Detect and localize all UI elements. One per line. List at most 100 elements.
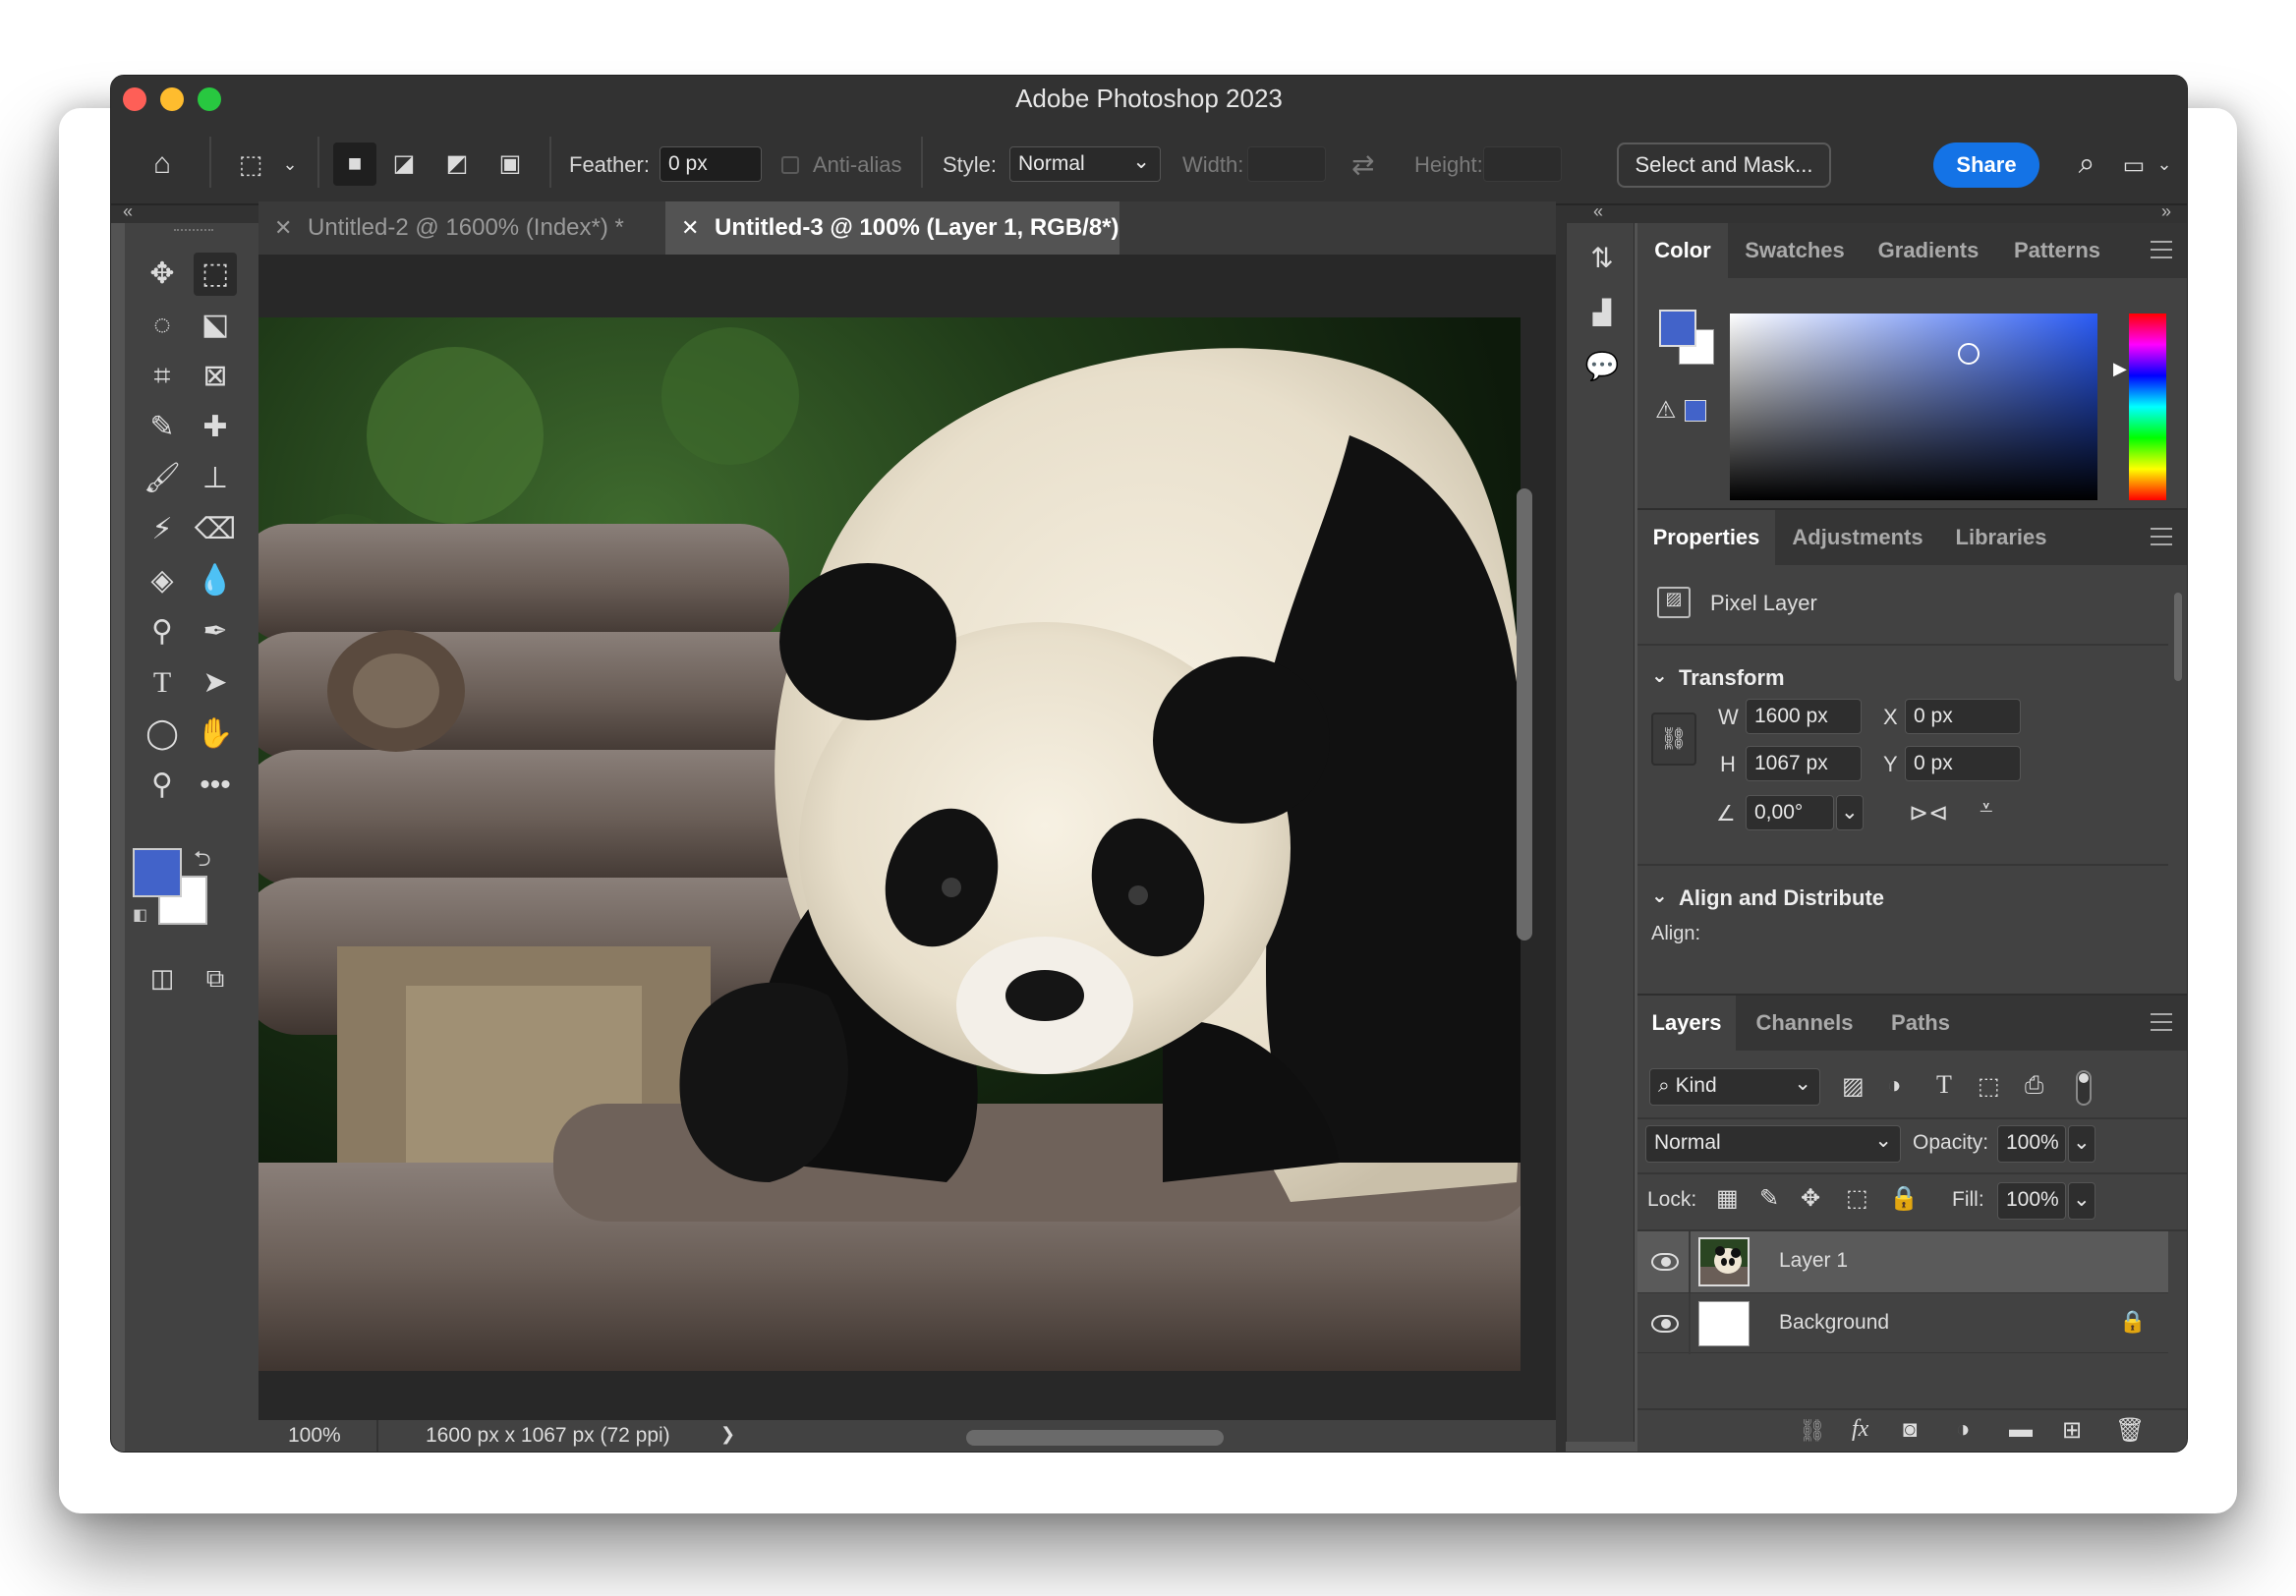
new-selection-icon[interactable]: ■ — [333, 142, 376, 186]
default-colors-icon[interactable]: ◧ — [133, 905, 147, 925]
new-layer-icon[interactable]: ⊞ — [2062, 1416, 2082, 1445]
hue-slider-handle[interactable]: ▶ — [2113, 359, 2127, 379]
link-layers-icon[interactable]: ⛓ — [1799, 1418, 1826, 1444]
swap-colors-icon[interactable]: ⮌ — [194, 842, 211, 880]
filter-type-icon[interactable]: T — [1936, 1070, 1952, 1100]
ellipse-icon[interactable]: ◯ — [141, 712, 184, 756]
collapse-dock-icon[interactable]: « — [1593, 201, 1603, 222]
lasso-icon[interactable]: ◌ — [141, 304, 184, 347]
transform-section-title[interactable]: Transform — [1679, 665, 1785, 691]
antialias-checkbox[interactable] — [781, 156, 799, 174]
layer-thumbnail[interactable] — [1698, 1237, 1750, 1286]
tab-adjustments[interactable]: Adjustments — [1775, 510, 1940, 565]
comments-icon[interactable]: 💬 — [1580, 345, 1624, 388]
eraser-icon[interactable]: ⌫ — [194, 508, 237, 551]
filter-smart-icon[interactable]: ⎙ — [2025, 1072, 2043, 1100]
align-section-title[interactable]: Align and Distribute — [1679, 885, 1884, 911]
plugins-icon[interactable]: ▟ — [1580, 292, 1624, 335]
tab-libraries[interactable]: Libraries — [1940, 510, 2062, 565]
add-mask-icon[interactable]: ◙ — [1903, 1416, 1918, 1444]
close-icon[interactable]: ✕ — [681, 201, 699, 255]
link-dimensions-icon[interactable]: ⛓ — [1651, 712, 1696, 766]
tab-paths[interactable]: Paths — [1873, 996, 1968, 1051]
filter-kind-select[interactable]: ⌕ Kind ⌄ — [1649, 1068, 1820, 1106]
chevron-down-icon[interactable]: ⌄ — [1651, 884, 1668, 908]
close-icon[interactable]: ✕ — [274, 201, 292, 255]
filter-pixel-icon[interactable]: ▨ — [1842, 1072, 1865, 1101]
type-icon[interactable]: T — [141, 661, 184, 705]
add-selection-icon[interactable]: ◪ — [382, 142, 426, 186]
width-field[interactable]: 1600 px — [1746, 699, 1862, 734]
horizontal-scrollbar[interactable] — [966, 1430, 1224, 1446]
vertical-scrollbar[interactable] — [1517, 488, 1532, 940]
flip-horizontal-icon[interactable]: ⊳⊲ — [1909, 799, 1948, 827]
move-icon[interactable]: ✥ — [141, 253, 184, 296]
lock-icon[interactable]: 🔒 — [2119, 1309, 2146, 1335]
layer-name[interactable]: Layer 1 — [1779, 1249, 1848, 1273]
panda-photo[interactable] — [258, 317, 1521, 1371]
lock-transparent-icon[interactable]: ▦ — [1716, 1184, 1739, 1213]
width-input[interactable] — [1247, 146, 1326, 182]
y-field[interactable]: 0 px — [1905, 746, 2021, 781]
opacity-dropdown[interactable]: ⌄ — [2068, 1125, 2095, 1163]
tab-color[interactable]: Color — [1637, 223, 1728, 278]
document-info[interactable]: 1600 px x 1067 px (72 ppi) — [426, 1424, 670, 1448]
doc-tab-untitled-2[interactable]: ✕ Untitled-2 @ 1600% (Index*) * — [258, 201, 665, 255]
angle-dropdown[interactable]: ⌄ — [1836, 795, 1864, 830]
blur-icon[interactable]: 💧 — [194, 559, 237, 602]
history-icon[interactable]: ⇅ — [1580, 237, 1624, 280]
layer-thumbnail[interactable] — [1698, 1301, 1750, 1346]
chevron-down-icon[interactable]: ⌄ — [268, 142, 312, 186]
marquee-icon[interactable]: ⬚ — [194, 253, 237, 296]
feather-input[interactable]: 0 px — [660, 146, 762, 182]
fx-icon[interactable]: fx — [1852, 1416, 1868, 1443]
panel-menu-icon[interactable] — [2151, 241, 2172, 258]
brush-icon[interactable]: 🖌 — [141, 457, 184, 500]
path-select-icon[interactable]: ➤ — [194, 661, 237, 705]
tab-gradients[interactable]: Gradients — [1862, 223, 1995, 278]
screen-mode-icon[interactable]: ⧉ — [194, 956, 237, 999]
fg-color-chip[interactable] — [1659, 310, 1696, 347]
home-icon[interactable]: ⌂ — [141, 142, 184, 186]
tab-patterns[interactable]: Patterns — [1995, 223, 2119, 278]
intersect-selection-icon[interactable]: ▣ — [488, 142, 532, 186]
eye-icon[interactable] — [1651, 1315, 1679, 1333]
layer-name[interactable]: Background — [1779, 1311, 1889, 1335]
flip-vertical-icon[interactable]: ⩡ — [1980, 795, 1993, 823]
opacity-field[interactable]: 100% — [1997, 1125, 2066, 1163]
hue-slider[interactable] — [2129, 314, 2166, 500]
lock-artboard-icon[interactable]: ⬚ — [1846, 1184, 1868, 1213]
select-and-mask-button[interactable]: Select and Mask... — [1617, 142, 1831, 188]
crop-icon[interactable]: ⌗ — [141, 355, 184, 398]
lock-all-icon[interactable]: 🔒 — [1889, 1184, 1919, 1213]
lock-position-icon[interactable]: ✥ — [1801, 1184, 1820, 1213]
collapse-tools-icon[interactable]: « — [123, 201, 133, 222]
chevron-down-icon[interactable]: ⌄ — [2150, 142, 2179, 186]
height-input[interactable] — [1483, 146, 1562, 182]
stamp-icon[interactable]: ⊥ — [194, 457, 237, 500]
swap-icon[interactable]: ⇄ — [1351, 148, 1374, 181]
hand-icon[interactable]: ✋ — [194, 712, 237, 756]
color-field[interactable] — [1730, 314, 2097, 500]
object-select-icon[interactable]: ⬕ — [194, 304, 237, 347]
height-field[interactable]: 1067 px — [1746, 746, 1862, 781]
expand-panels-icon[interactable]: » — [2161, 201, 2171, 222]
tab-channels[interactable]: Channels — [1736, 996, 1873, 1051]
frame-icon[interactable]: ⊠ — [194, 355, 237, 398]
canvas-area[interactable] — [258, 255, 1556, 1434]
lock-pixels-icon[interactable]: ✎ — [1759, 1184, 1779, 1213]
angle-field[interactable]: 0,00° — [1746, 795, 1834, 830]
doc-tab-untitled-3[interactable]: ✕ Untitled-3 @ 100% (Layer 1, RGB/8*) * — [665, 201, 1119, 294]
zoom-level[interactable]: 100% — [288, 1424, 341, 1448]
filter-shape-icon[interactable]: ⬚ — [1978, 1072, 2000, 1101]
eyedropper-icon[interactable]: ✎ — [141, 406, 184, 449]
tab-swatches[interactable]: Swatches — [1728, 223, 1862, 278]
properties-scrollbar[interactable] — [2174, 593, 2182, 681]
gamut-warning-icon[interactable]: ⚠ — [1655, 396, 1677, 425]
quick-mask-icon[interactable]: ◫ — [141, 956, 184, 999]
subtract-selection-icon[interactable]: ◩ — [435, 142, 479, 186]
zoom-icon[interactable]: ⚲ — [141, 764, 184, 807]
x-field[interactable]: 0 px — [1905, 699, 2021, 734]
trash-icon[interactable]: 🗑 — [2115, 1416, 2145, 1445]
search-icon[interactable]: ⌕ — [2065, 142, 2108, 186]
